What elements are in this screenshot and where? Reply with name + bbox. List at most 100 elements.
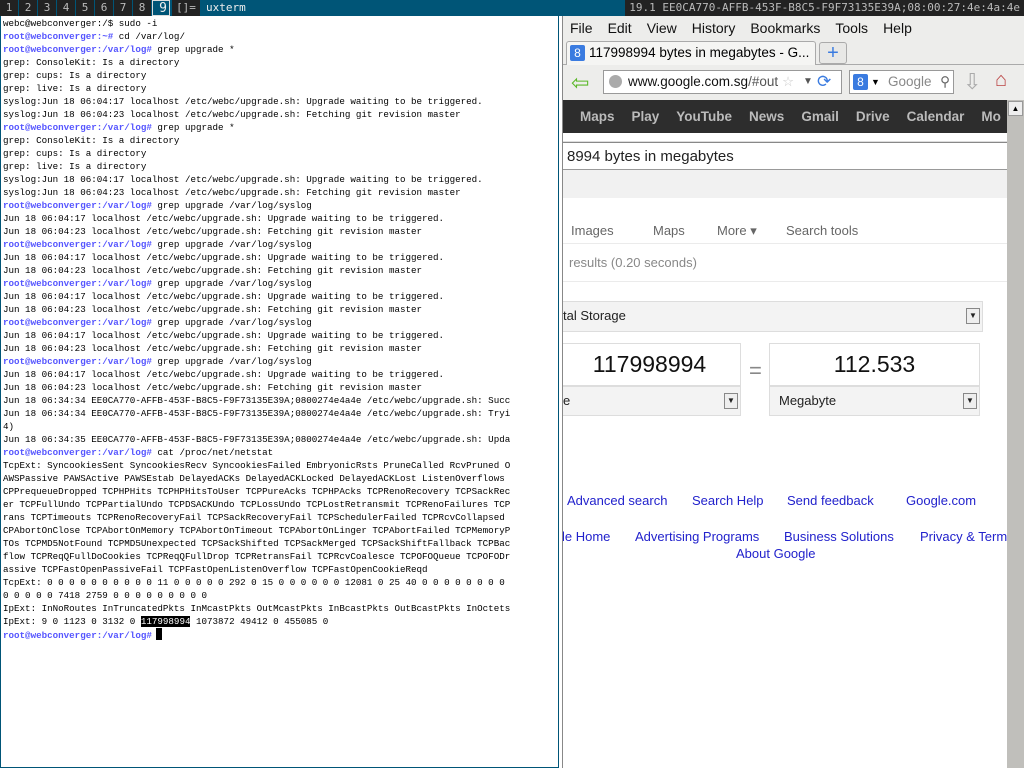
footer-link[interactable]: le Home	[563, 529, 610, 544]
footer-link[interactable]: Search Help	[692, 493, 764, 508]
vertical-scrollbar[interactable]: ▲	[1007, 100, 1024, 768]
dropdown-arrow-icon[interactable]: ▼	[724, 393, 738, 409]
footer-link[interactable]: Advanced search	[567, 493, 667, 508]
terminal-line: syslog:Jun 18 06:04:23 localhost /etc/we…	[3, 186, 556, 199]
terminal-line: TcpExt: 0 0 0 0 0 0 0 0 0 0 11 0 0 0 0 0…	[3, 576, 556, 589]
home-icon[interactable]: ⌂	[995, 69, 1007, 92]
search-box[interactable]: 8 ▼ Google ⚲	[849, 70, 954, 94]
line-text: er TCPFullUndo TCPPartialUndo TCPDSACKUn…	[3, 499, 511, 510]
line-text: CPAbortOnClose TCPAbortOnMemory TCPAbort…	[3, 525, 511, 536]
line-text: syslog:Jun 18 06:04:17 localhost /etc/we…	[3, 96, 483, 107]
dropdown-arrow-icon[interactable]: ▼	[966, 308, 980, 324]
category-select[interactable]: tal Storage ▼	[563, 301, 983, 332]
magnifier-icon[interactable]: ⚲	[940, 71, 950, 93]
new-tab-button[interactable]: +	[819, 42, 847, 64]
layout-indicator[interactable]: []=	[172, 0, 200, 16]
about-google-link[interactable]: About Google	[736, 546, 816, 561]
terminal-line: rans TCPTimeouts TCPRenoRecoveryFail TCP…	[3, 511, 556, 524]
footer-link[interactable]: Business Solutions	[784, 529, 894, 544]
workspace-tag-8[interactable]: 8	[133, 0, 151, 16]
line-text: Jun 18 06:34:34 EE0CA770-AFFB-453F-B8C5-…	[3, 395, 511, 406]
terminal-prompt-line[interactable]: root@webconverger:/var/log#	[3, 628, 556, 641]
line-text: cat /proc/net/netstat	[151, 447, 274, 458]
terminal-line: Jun 18 06:04:23 localhost /etc/webc/upgr…	[3, 303, 556, 316]
to-value-input[interactable]: 112.533	[769, 343, 980, 386]
reload-icon[interactable]: ⟳	[817, 71, 831, 93]
terminal-line: Jun 18 06:04:17 localhost /etc/webc/upgr…	[3, 368, 556, 381]
engine-dropdown-icon[interactable]: ▼	[871, 71, 880, 93]
search-query-input[interactable]: 8994 bytes in megabytes	[563, 142, 1007, 170]
google-bar-gmail[interactable]: Gmail	[801, 109, 839, 124]
workspace-tag-2[interactable]: 2	[19, 0, 37, 16]
terminal-line: Jun 18 06:34:35 EE0CA770-AFFB-453F-B8C5-…	[3, 433, 556, 446]
top-status-bar: 123456789 []= uxterm 19.1 EE0CA770-AFFB-…	[0, 0, 1024, 16]
menu-tools[interactable]: Tools	[835, 20, 868, 36]
terminal-window[interactable]: webc@webconverger:/$ sudo -i root@webconv…	[0, 16, 559, 768]
google-bar-play[interactable]: Play	[632, 109, 660, 124]
terminal-line: CPAbortOnClose TCPAbortOnMemory TCPAbort…	[3, 524, 556, 537]
workspace-tag-7[interactable]: 7	[114, 0, 132, 16]
terminal-line: Jun 18 06:04:23 localhost /etc/webc/upgr…	[3, 381, 556, 394]
footer-link[interactable]: Google.com	[906, 493, 976, 508]
scroll-up-icon[interactable]: ▲	[1008, 101, 1023, 116]
terminal-line: 0 0 0 0 0 7418 2759 0 0 0 0 0 0 0 0 0	[3, 589, 556, 602]
google-bar-news[interactable]: News	[749, 109, 784, 124]
menu-view[interactable]: View	[647, 20, 677, 36]
url-dropdown-icon[interactable]: ▼	[803, 71, 813, 93]
terminal-line: root@webconverger:/var/log# grep upgrade…	[3, 121, 556, 134]
menu-history[interactable]: History	[692, 20, 736, 36]
line-text: webc@webconverger:/$ sudo -i	[3, 18, 158, 29]
workspace-tag-5[interactable]: 5	[76, 0, 94, 16]
download-arrow-icon[interactable]: ⇩	[963, 69, 981, 95]
workspace-tag-4[interactable]: 4	[57, 0, 75, 16]
selected-text[interactable]: 117998994	[140, 616, 191, 627]
from-unit-select[interactable]: e ▼	[563, 386, 741, 416]
line-text: Jun 18 06:04:17 localhost /etc/webc/upgr…	[3, 291, 445, 302]
workspace-tag-9[interactable]: 9	[152, 0, 170, 16]
menu-help[interactable]: Help	[883, 20, 912, 36]
line-text: Jun 18 06:04:17 localhost /etc/webc/upgr…	[3, 330, 445, 341]
from-value-input[interactable]: 117998994	[563, 343, 741, 386]
google-bar-calendar[interactable]: Calendar	[907, 109, 965, 124]
terminal-line: IpExt: InNoRoutes InTruncatedPkts InMcas…	[3, 602, 556, 615]
terminal-line: syslog:Jun 18 06:04:17 localhost /etc/we…	[3, 95, 556, 108]
line-text: flow TCPReqQFullDoCookies TCPReqQFullDro…	[3, 551, 511, 562]
footer-link[interactable]: Privacy & Term	[920, 529, 1007, 544]
search-tab[interactable]: Maps	[653, 223, 685, 238]
bookmark-star-icon[interactable]: ☆	[782, 71, 794, 93]
google-engine-icon[interactable]: 8	[853, 74, 868, 90]
search-tab[interactable]: Images	[571, 223, 614, 238]
workspace-tag-6[interactable]: 6	[95, 0, 113, 16]
google-bar-drive[interactable]: Drive	[856, 109, 890, 124]
workspace-tag-3[interactable]: 3	[38, 0, 56, 16]
to-unit-select[interactable]: Megabyte ▼	[769, 386, 980, 416]
prompt: root@webconverger:/var/log#	[3, 239, 152, 250]
prompt: root@webconverger:/var/log#	[3, 447, 152, 458]
google-bar-youtube[interactable]: YouTube	[676, 109, 732, 124]
back-arrow-icon[interactable]: ⇦	[571, 72, 589, 94]
tab-google-search[interactable]: 8 117998994 bytes in megabytes - G...	[566, 41, 816, 65]
line-text: 0 0 0 0 0 7418 2759 0 0 0 0 0 0 0 0 0	[3, 590, 207, 601]
line-text: cd /var/log/	[113, 31, 185, 42]
terminal-line: assive TCPFastOpenPassiveFail TCPFastOpe…	[3, 563, 556, 576]
dropdown-arrow-icon[interactable]: ▼	[963, 393, 977, 409]
line-text: IpExt: InNoRoutes InTruncatedPkts InMcas…	[3, 603, 511, 614]
terminal-line: TcpExt: SyncookiesSent SyncookiesRecv Sy…	[3, 459, 556, 472]
workspace-tag-1[interactable]: 1	[0, 0, 18, 16]
terminal-line: Jun 18 06:04:23 localhost /etc/webc/upgr…	[3, 342, 556, 355]
footer-link[interactable]: Send feedback	[787, 493, 874, 508]
terminal-line: root@webconverger:/var/log# grep upgrade…	[3, 43, 556, 56]
google-bar-maps[interactable]: Maps	[580, 109, 615, 124]
search-tab[interactable]: More ▾	[717, 223, 757, 239]
google-bar-mo[interactable]: Mo	[981, 109, 1001, 124]
menu-bookmarks[interactable]: Bookmarks	[750, 20, 820, 36]
terminal-line: syslog:Jun 18 06:04:17 localhost /etc/we…	[3, 173, 556, 186]
menu-file[interactable]: File	[570, 20, 593, 36]
url-bar[interactable]: www.google.com.sg/#out ☆ ▼ ⟳	[603, 70, 842, 94]
terminal-line: root@webconverger:/var/log# grep upgrade…	[3, 238, 556, 251]
equals-sign: =	[749, 358, 762, 383]
menu-edit[interactable]: Edit	[608, 20, 632, 36]
search-tab[interactable]: Search tools	[786, 223, 858, 238]
terminal-line: root@webconverger:~# cd /var/log/	[3, 30, 556, 43]
footer-link[interactable]: Advertising Programs	[635, 529, 759, 544]
